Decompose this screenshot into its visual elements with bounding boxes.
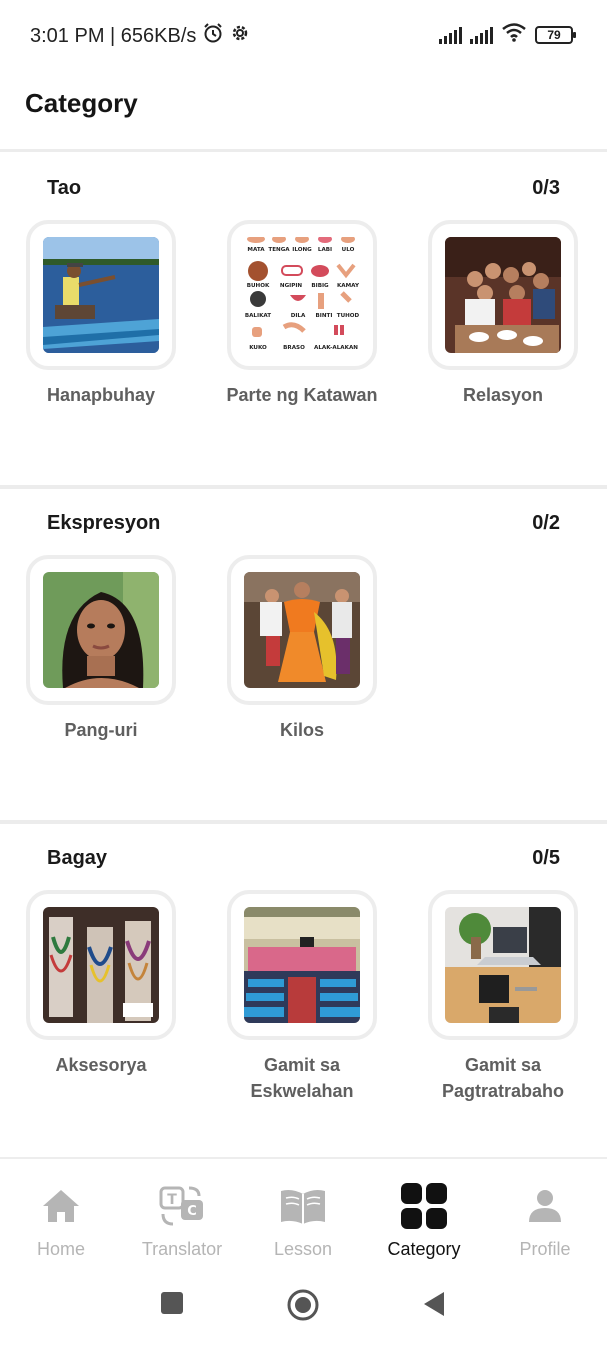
nav-label: Home: [36, 1239, 85, 1259]
section-divider: [0, 485, 607, 489]
section-title: Ekspresyon: [47, 512, 161, 534]
section-title: Tao: [47, 177, 82, 199]
chart-label: BINTI: [316, 313, 333, 319]
category-image: [43, 572, 159, 688]
chart-label: BALIKAT: [245, 313, 271, 319]
alarm-icon: [202, 22, 224, 50]
category-image: [244, 907, 360, 1023]
nav-category[interactable]: Category: [369, 1181, 479, 1260]
category-card-kilos[interactable]: Kilos: [222, 555, 382, 743]
back-button[interactable]: [422, 1291, 446, 1322]
home-button[interactable]: [287, 1289, 319, 1326]
section-progress: 0/3: [532, 177, 560, 199]
section-title: Bagay: [47, 847, 108, 869]
chart-label: BRASO: [283, 345, 305, 351]
chart-label: MATA: [247, 247, 265, 253]
status-time-speed: 3:01 PM | 656KB/s: [30, 24, 197, 47]
section-ekspresyon: Ekspresyon 0/2 Pang-uri Kilos: [0, 490, 607, 820]
nav-label: Translator: [141, 1239, 223, 1259]
category-card-parte-ng-katawan[interactable]: MATA TENGA ILONG LABI ULO BUHOK NGIPIN B…: [222, 220, 382, 408]
category-card-gamit-sa-eskwelahan[interactable]: Gamit sa Eskwelahan: [222, 890, 382, 1104]
gear-icon: [230, 23, 250, 49]
nav-profile[interactable]: Profile: [490, 1181, 600, 1260]
category-label: Pang-uri: [64, 720, 138, 740]
section-progress: 0/2: [532, 512, 560, 534]
chart-label: BIBIG: [311, 283, 329, 289]
nav-label: Profile: [519, 1239, 571, 1259]
category-label: Kilos: [279, 720, 324, 740]
category-image: [43, 907, 159, 1023]
category-image: MATA TENGA ILONG LABI ULO BUHOK NGIPIN B…: [244, 237, 360, 353]
chart-label: TUHOD: [337, 313, 360, 319]
recents-button[interactable]: [160, 1291, 184, 1320]
section-tao: Tao 0/3 Hanapbuhay MATA TENGA ILONG LABI…: [0, 155, 607, 485]
battery-icon: 79: [535, 25, 576, 44]
page-title: Category: [25, 88, 138, 118]
signal-icon: [439, 26, 462, 44]
category-card-hanapbuhay[interactable]: Hanapbuhay: [21, 220, 181, 408]
svg-text:T: T: [167, 1192, 177, 1208]
category-card-gamit-sa-pagtratrabaho[interactable]: Gamit sa Pagtratrabaho: [423, 890, 583, 1104]
chart-label: TENGA: [268, 247, 290, 253]
signal-icon: [470, 26, 493, 44]
chart-label: BUHOK: [247, 283, 270, 289]
wifi-icon: [501, 22, 527, 47]
nav-label: Lesson: [273, 1239, 333, 1259]
category-image: [445, 907, 561, 1023]
chart-label: KAMAY: [337, 283, 360, 289]
svg-text:C: C: [187, 1204, 197, 1219]
category-label: Gamit sa Pagtratrabaho: [441, 1055, 565, 1101]
status-bar: 3:01 PM | 656KB/s 79: [0, 0, 607, 68]
chart-label: ALAK-ALAKAN: [314, 345, 358, 351]
section-bagay: Bagay 0/5 Aksesorya Gamit sa Eskwelahan …: [0, 825, 607, 1155]
chart-label: ILONG: [292, 247, 312, 253]
category-label: Relasyon: [462, 385, 544, 405]
nav-label: Category: [387, 1239, 461, 1259]
translator-icon: T C: [127, 1181, 237, 1231]
category-label: Aksesorya: [55, 1055, 147, 1075]
book-icon: [248, 1181, 358, 1231]
category-label: Parte ng Katawan: [226, 385, 378, 405]
nav-lesson[interactable]: Lesson: [248, 1181, 358, 1260]
chart-label: DILA: [291, 313, 306, 319]
nav-translator[interactable]: T C Translator: [127, 1181, 237, 1260]
category-card-aksesorya[interactable]: Aksesorya: [21, 890, 181, 1078]
bottom-navigation: Home T C Translator Lesson Category Prof…: [0, 1157, 607, 1267]
category-label: Hanapbuhay: [46, 385, 156, 405]
category-card-pang-uri[interactable]: Pang-uri: [21, 555, 181, 743]
chart-label: ULO: [342, 247, 355, 253]
grid-icon: [369, 1181, 479, 1231]
profile-icon: [490, 1181, 600, 1231]
home-icon: [6, 1181, 116, 1231]
category-image: [43, 237, 159, 353]
category-image: [445, 237, 561, 353]
category-card-relasyon[interactable]: Relasyon: [423, 220, 583, 408]
chart-label: LABI: [318, 247, 332, 253]
chart-label: NGIPIN: [280, 283, 303, 289]
category-label: Gamit sa Eskwelahan: [250, 1055, 354, 1101]
system-navigation-bar: [0, 1267, 607, 1350]
chart-label: KUKO: [249, 345, 267, 351]
section-progress: 0/5: [532, 847, 560, 869]
category-image: [244, 572, 360, 688]
section-divider: [0, 820, 607, 824]
app-header: Category: [0, 68, 607, 152]
nav-home[interactable]: Home: [6, 1181, 116, 1260]
